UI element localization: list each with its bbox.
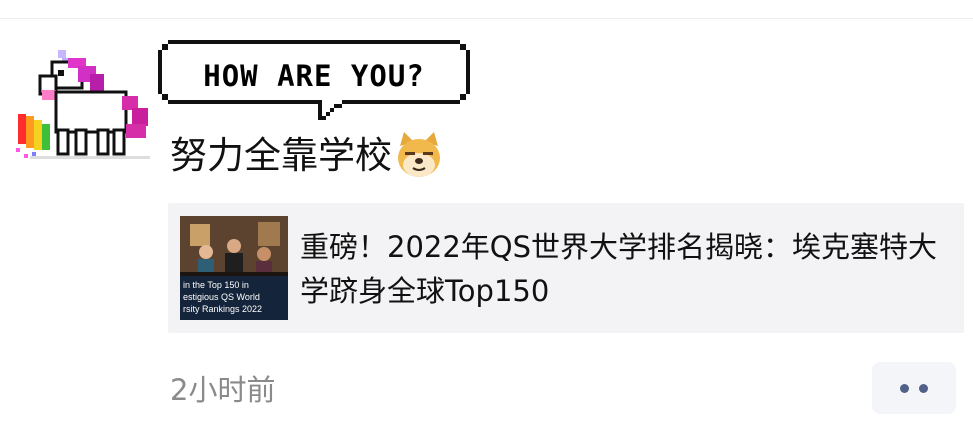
- thumbnail-line-2: estigious QS World: [183, 292, 260, 302]
- post-text-content: 努力全靠学校: [170, 134, 392, 177]
- article-thumbnail: in the Top 150 in estigious QS World rsi…: [180, 216, 288, 320]
- post-text: 努力全靠学校: [170, 128, 444, 184]
- doge-icon: [398, 131, 440, 177]
- thumbnail-line-3: rsity Rankings 2022: [183, 304, 262, 314]
- post-timestamp: 2小时前: [170, 373, 276, 407]
- shared-article-card[interactable]: in the Top 150 in estigious QS World rsi…: [168, 203, 964, 333]
- pixel-unicorn-avatar[interactable]: [12, 44, 154, 168]
- more-actions-button[interactable]: [872, 362, 956, 414]
- top-divider: [0, 18, 973, 19]
- article-title: 重磅！2022年QS世界大学排名揭晓：埃克塞特大学跻身全球Top150: [300, 230, 938, 308]
- more-dots-icon: [900, 384, 909, 393]
- more-dots-icon: [919, 384, 928, 393]
- speech-bubble-text: HOW ARE YOU?: [203, 59, 425, 93]
- moments-post: HOW ARE YOU? 努力全靠学校 in the Top 150 in es…: [0, 0, 973, 442]
- thumbnail-line-1: in the Top 150 in: [183, 280, 249, 290]
